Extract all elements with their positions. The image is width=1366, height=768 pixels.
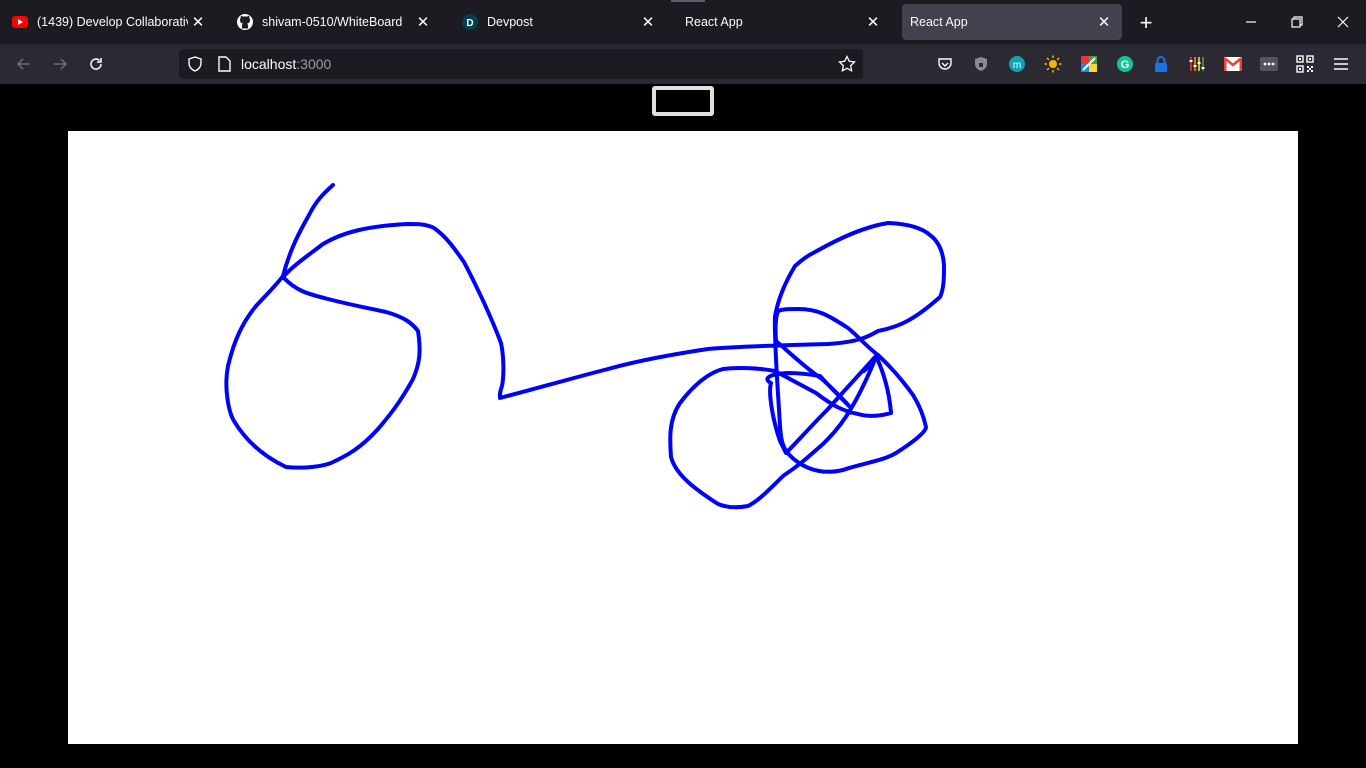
dots-icon[interactable]: [1260, 55, 1278, 73]
ublock-icon[interactable]: [972, 55, 990, 73]
pen-stroke-1: [224, 183, 946, 510]
url-host: localhost: [241, 56, 297, 72]
reload-button[interactable]: [84, 52, 108, 76]
tab-title: (1439) Develop Collaborative Whit: [37, 15, 188, 29]
shield-icon[interactable]: [187, 56, 203, 77]
rectangle-tool-button[interactable]: [652, 86, 714, 116]
url-text[interactable]: localhost:3000: [241, 56, 331, 72]
nav-bar: localhost:3000 m G: [0, 44, 1366, 84]
tab-github[interactable]: shivam-0510/WhiteBoard ✕: [229, 4, 441, 40]
equalizer-icon[interactable]: [1188, 55, 1206, 73]
tab-indicator: [671, 0, 705, 2]
close-icon[interactable]: ✕: [638, 12, 658, 32]
lock-icon[interactable]: [1152, 55, 1170, 73]
minimize-button[interactable]: [1239, 10, 1263, 34]
page-icon[interactable]: [217, 56, 231, 77]
new-tab-button[interactable]: +: [1133, 10, 1159, 36]
drawing-layer: [224, 183, 946, 510]
forward-button[interactable]: [48, 52, 72, 76]
tab-bar: (1439) Develop Collaborative Whit ✕ shiv…: [0, 0, 1366, 44]
qr-icon[interactable]: [1296, 55, 1314, 73]
close-icon[interactable]: ✕: [1094, 12, 1114, 32]
back-button[interactable]: [12, 52, 36, 76]
pocket-icon[interactable]: [936, 55, 954, 73]
tab-devpost[interactable]: D Devpost ✕: [454, 4, 666, 40]
close-window-button[interactable]: [1331, 10, 1355, 34]
github-icon: [237, 14, 253, 30]
tab-react-app-2[interactable]: React App ✕: [902, 4, 1122, 40]
page-content: [0, 84, 1366, 768]
whiteboard-canvas[interactable]: [68, 131, 1298, 744]
star-icon[interactable]: [838, 54, 856, 78]
url-bar[interactable]: localhost:3000: [179, 49, 863, 79]
gmail-icon[interactable]: [1224, 55, 1242, 73]
close-icon[interactable]: ✕: [188, 12, 208, 32]
grammarly-icon[interactable]: G: [1116, 55, 1134, 73]
youtube-icon: [12, 14, 28, 30]
close-icon[interactable]: ✕: [863, 12, 883, 32]
tab-title: React App: [685, 15, 743, 29]
tab-youtube[interactable]: (1439) Develop Collaborative Whit ✕: [4, 4, 216, 40]
sun-icon[interactable]: [1044, 55, 1062, 73]
svg-text:D: D: [466, 18, 473, 29]
url-port: :3000: [296, 56, 332, 72]
tab-title: shivam-0510/WhiteBoard: [262, 15, 403, 29]
svg-text:m: m: [1013, 60, 1021, 71]
close-icon[interactable]: ✕: [413, 12, 433, 32]
svg-text:G: G: [1121, 59, 1130, 71]
devpost-icon: D: [462, 14, 478, 30]
restore-button[interactable]: [1285, 10, 1309, 34]
tab-title: Devpost: [487, 15, 533, 29]
menu-icon[interactable]: [1332, 55, 1350, 73]
m-icon[interactable]: m: [1008, 55, 1026, 73]
colorful-icon[interactable]: [1080, 55, 1098, 73]
tab-react-app-1[interactable]: React App ✕: [677, 4, 891, 40]
tab-title: React App: [910, 15, 968, 29]
